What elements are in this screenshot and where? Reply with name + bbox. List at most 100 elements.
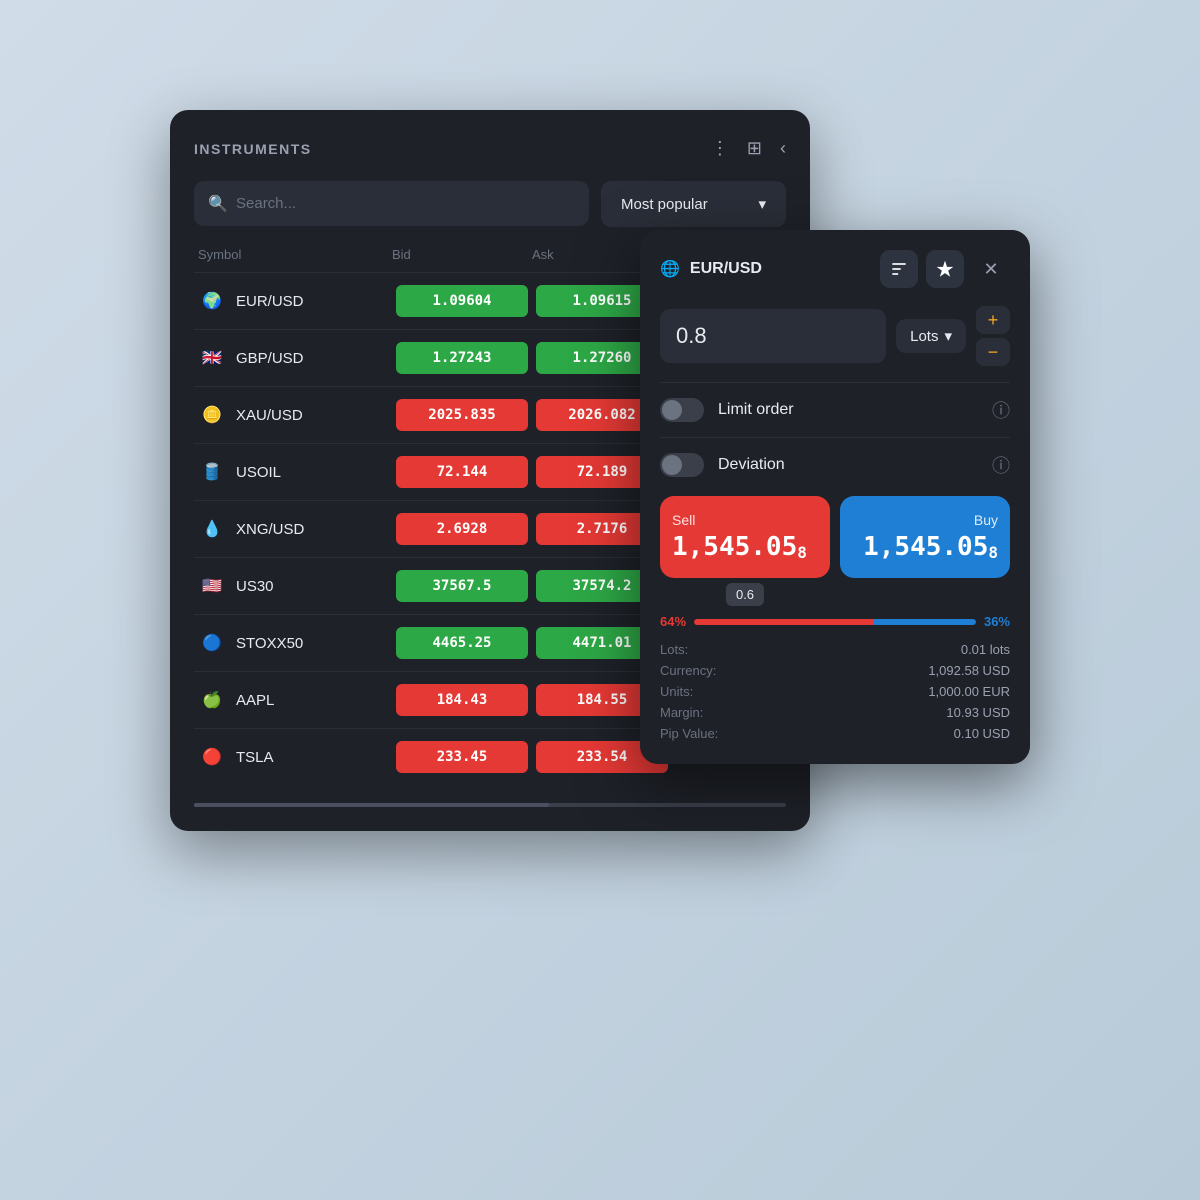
deviation-info-icon[interactable]: ⓘ xyxy=(992,452,1010,478)
deviation-label: Deviation xyxy=(718,456,978,474)
margin-row: Margin: 10.93 USD xyxy=(660,702,1010,723)
bid-price: 4465.25 xyxy=(396,627,528,659)
col-symbol: Symbol xyxy=(198,247,392,262)
limit-order-row: Limit order ⓘ xyxy=(660,382,1010,437)
instruments-icons: ⋮ ⊞ ‹ xyxy=(711,138,786,159)
info-table: Lots: 0.01 lots Currency: 1,092.58 USD U… xyxy=(660,639,1010,744)
buy-price: 1,545.058 xyxy=(852,532,998,562)
col-bid: Bid xyxy=(392,247,532,262)
buy-label: Buy xyxy=(852,512,998,528)
bid-price: 2.6928 xyxy=(396,513,528,545)
progress-row: 64% 36% xyxy=(660,614,1010,629)
instrument-label: XNG/USD xyxy=(236,521,304,538)
instrument-name: 🛢️ USOIL xyxy=(198,458,392,486)
sell-button[interactable]: Sell 1,545.058 0.6 xyxy=(660,496,830,578)
trade-header: 🌐 EUR/USD ✕ xyxy=(660,250,1010,288)
buy-price-main: 1,545. xyxy=(863,532,957,562)
pip-row: Pip Value: 0.10 USD xyxy=(660,723,1010,744)
search-icon: 🔍 xyxy=(208,194,228,214)
units-row: Units: 1,000.00 EUR xyxy=(660,681,1010,702)
sparkle-icon-btn[interactable] xyxy=(926,250,964,288)
limit-order-label: Limit order xyxy=(718,401,978,419)
lots-unit: Lots xyxy=(910,328,938,345)
instrument-icon: 🔵 xyxy=(198,629,226,657)
instrument-label: GBP/USD xyxy=(236,350,304,367)
pip-key: Pip Value: xyxy=(660,726,718,741)
sell-price: 1,545.058 xyxy=(672,532,818,562)
buy-button[interactable]: Buy 1,545.058 xyxy=(840,496,1010,578)
lot-value: 0.8 xyxy=(676,323,707,349)
instrument-icon: 🇺🇸 xyxy=(198,572,226,600)
search-input[interactable] xyxy=(194,181,589,226)
sell-price-super: 8 xyxy=(797,543,807,562)
lots-dropdown[interactable]: Lots ▾ xyxy=(896,319,966,353)
buy-price-super: 8 xyxy=(988,543,998,562)
toggle-knob xyxy=(662,400,682,420)
lots-val: 0.01 lots xyxy=(961,642,1010,657)
instrument-name: 🇺🇸 US30 xyxy=(198,572,392,600)
sell-price-decimal: 05 xyxy=(766,532,797,562)
currency-row: Currency: 1,092.58 USD xyxy=(660,660,1010,681)
currency-key: Currency: xyxy=(660,663,716,678)
limit-order-toggle[interactable] xyxy=(660,398,704,422)
filter-icon-btn[interactable] xyxy=(880,250,918,288)
filter-label: Most popular xyxy=(621,196,708,213)
instrument-icon: 💧 xyxy=(198,515,226,543)
deviation-toggle-knob xyxy=(662,455,682,475)
lots-chevron-icon: ▾ xyxy=(944,327,952,345)
filter-dropdown[interactable]: Most popular ▾ xyxy=(601,181,786,227)
lots-row: Lots: 0.01 lots xyxy=(660,639,1010,660)
dropdown-chevron-icon: ▾ xyxy=(758,195,766,213)
search-filter-row: 🔍 Most popular ▾ xyxy=(194,181,786,227)
lot-control: 0.8 Lots ▾ + − xyxy=(660,306,1010,366)
instrument-label: US30 xyxy=(236,578,274,595)
instrument-label: AAPL xyxy=(236,692,274,709)
instrument-label: TSLA xyxy=(236,749,274,766)
plus-btn[interactable]: + xyxy=(976,306,1010,334)
trade-symbol-name: EUR/USD xyxy=(690,260,762,278)
lots-key: Lots: xyxy=(660,642,688,657)
instruments-header: INSTRUMENTS ⋮ ⊞ ‹ xyxy=(194,138,786,159)
instrument-name: 🔴 TSLA xyxy=(198,743,392,771)
collapse-icon[interactable]: ‹ xyxy=(780,138,786,159)
lot-input-wrapper: 0.8 xyxy=(660,309,886,363)
margin-val: 10.93 USD xyxy=(946,705,1010,720)
units-val: 1,000.00 EUR xyxy=(928,684,1010,699)
grid-view-icon[interactable]: ⊞ xyxy=(747,138,762,159)
instrument-icon: 🇬🇧 xyxy=(198,344,226,372)
bid-price: 72.144 xyxy=(396,456,528,488)
instrument-label: STOXX50 xyxy=(236,635,303,652)
units-key: Units: xyxy=(660,684,693,699)
instrument-icon: 🍏 xyxy=(198,686,226,714)
plus-minus-btns: + − xyxy=(976,306,1010,366)
instrument-icon: 🛢️ xyxy=(198,458,226,486)
instrument-icon: 🔴 xyxy=(198,743,226,771)
margin-key: Margin: xyxy=(660,705,703,720)
instrument-name: 🌍 EUR/USD xyxy=(198,287,392,315)
currency-val: 1,092.58 USD xyxy=(928,663,1010,678)
bid-price: 184.43 xyxy=(396,684,528,716)
deviation-toggle[interactable] xyxy=(660,453,704,477)
trade-header-icons: ✕ xyxy=(880,250,1010,288)
bid-price: 1.27243 xyxy=(396,342,528,374)
bid-price: 37567.5 xyxy=(396,570,528,602)
buy-price-decimal: 05 xyxy=(957,532,988,562)
close-icon-btn[interactable]: ✕ xyxy=(972,250,1010,288)
minus-btn[interactable]: − xyxy=(976,338,1010,366)
deviation-row: Deviation ⓘ xyxy=(660,437,1010,492)
more-options-icon[interactable]: ⋮ xyxy=(711,138,729,159)
buy-sell-row: Sell 1,545.058 0.6 Buy 1,545.058 xyxy=(660,496,1010,578)
instrument-name: 🔵 STOXX50 xyxy=(198,629,392,657)
scrollbar-track[interactable] xyxy=(194,803,786,807)
sell-price-main: 1,545. xyxy=(672,532,766,562)
instruments-title: INSTRUMENTS xyxy=(194,141,312,157)
scrollbar-thumb xyxy=(194,803,549,807)
progress-track xyxy=(694,619,976,625)
instrument-icon: 🪙 xyxy=(198,401,226,429)
sell-label: Sell xyxy=(672,512,818,528)
search-wrapper: 🔍 xyxy=(194,181,589,227)
buy-percentage: 36% xyxy=(984,614,1010,629)
bid-price: 1.09604 xyxy=(396,285,528,317)
trade-panel: 🌐 EUR/USD ✕ 0.8 xyxy=(640,230,1030,764)
limit-order-info-icon[interactable]: ⓘ xyxy=(992,397,1010,423)
